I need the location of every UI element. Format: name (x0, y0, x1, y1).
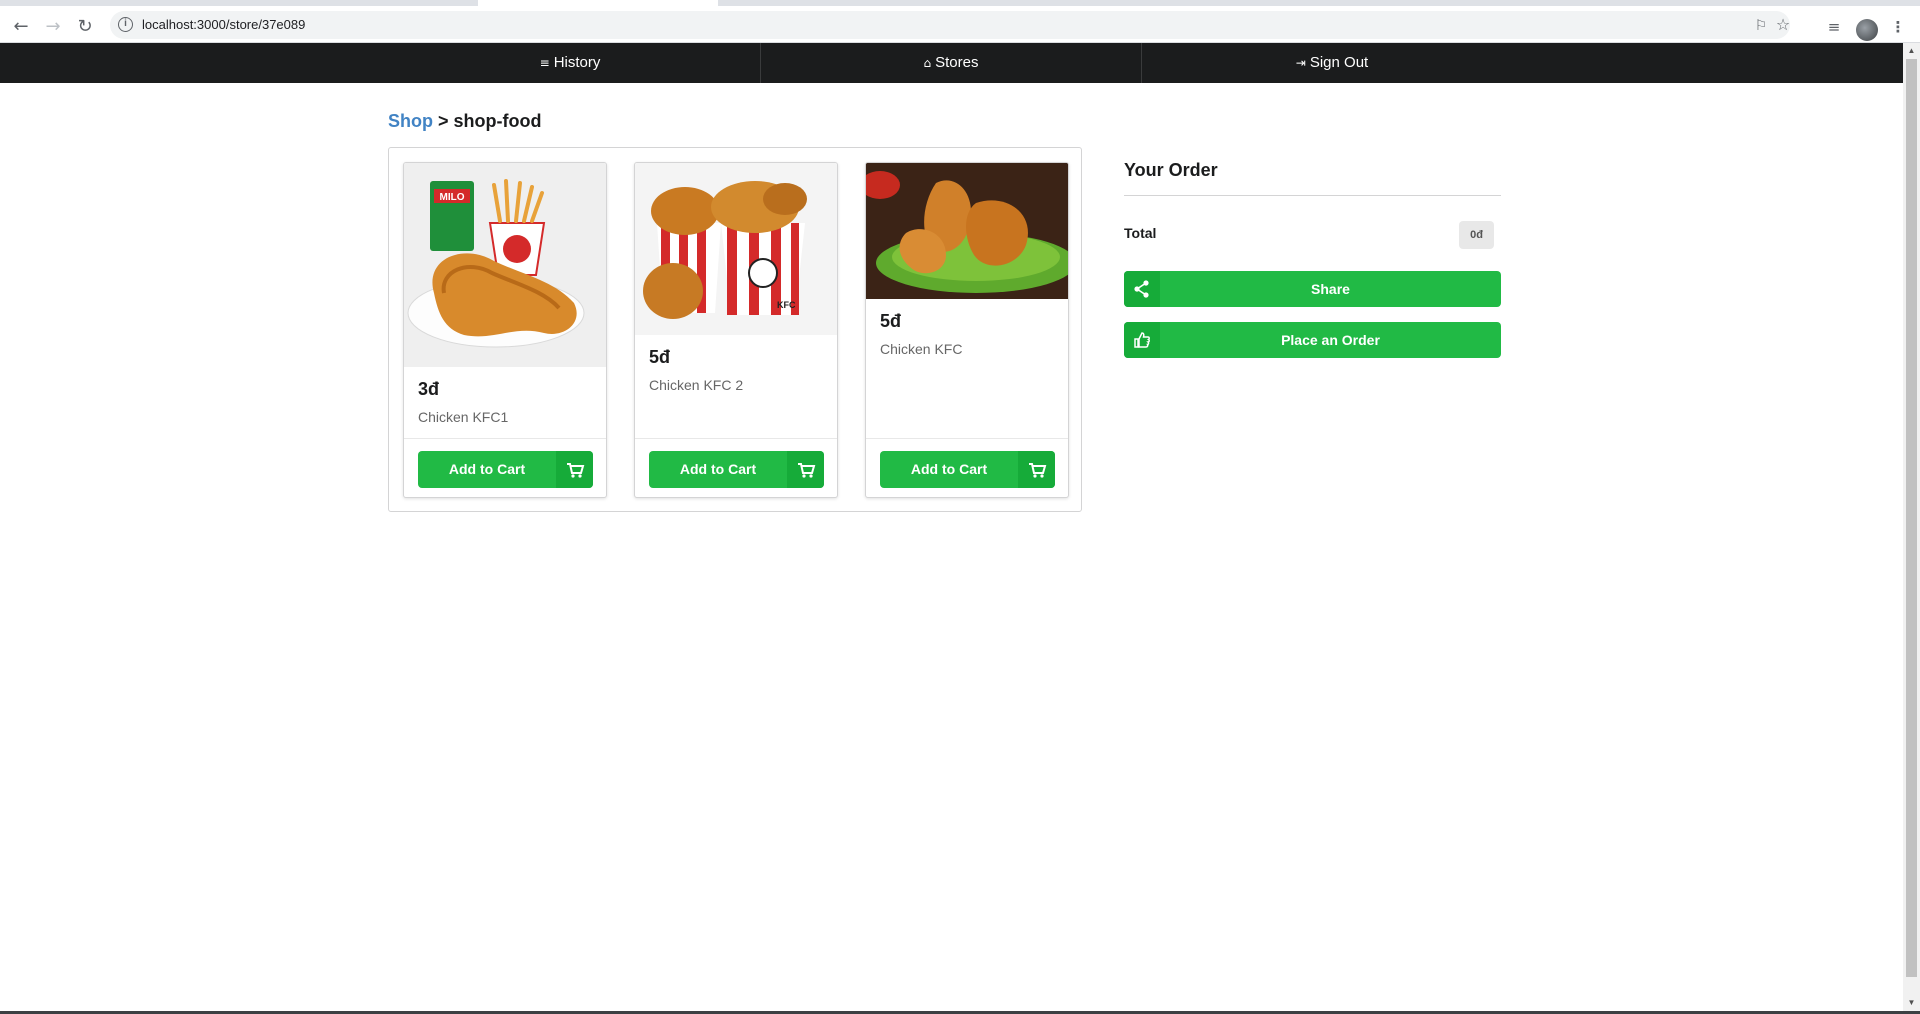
site-info-icon[interactable]: i (118, 17, 133, 32)
url-text: localhost:3000/store/37e089 (142, 17, 306, 32)
add-to-cart-button[interactable]: Add to Cart (880, 451, 1055, 488)
thumbs-up-icon (1124, 322, 1160, 358)
breadcrumb-current: shop-food (453, 111, 542, 131)
product-name: Chicken KFC 2 (649, 377, 744, 393)
share-icon (1124, 271, 1160, 307)
add-to-cart-button[interactable]: Add to Cart (418, 451, 593, 488)
product-image: KFC (635, 163, 837, 335)
bookmark-star-icon[interactable]: ☆ (1774, 16, 1792, 34)
total-value-badge: 0đ (1459, 221, 1494, 249)
back-arrow-icon[interactable]: ← (9, 15, 33, 39)
breadcrumb-shop-link[interactable]: Shop (388, 111, 433, 131)
product-grid: MILO 3đ Chicken KFC1 Add to Cart KFC 5đ … (388, 147, 1082, 512)
card-divider (635, 438, 837, 439)
card-divider (866, 438, 1068, 439)
product-card: 5đ Chicken KFC Add to Cart (865, 162, 1069, 498)
share-button[interactable]: Share (1124, 271, 1501, 307)
cart-icon (1018, 451, 1055, 488)
breadcrumb-separator: > (438, 111, 449, 131)
add-to-cart-label: Add to Cart (448, 461, 526, 477)
product-price: 3đ (418, 379, 440, 399)
cart-icon (556, 451, 593, 488)
order-divider (1124, 195, 1501, 196)
reload-icon[interactable]: ↻ (73, 15, 97, 39)
breadcrumb: Shop > shop-food (388, 111, 542, 132)
forward-arrow-icon[interactable]: → (41, 15, 65, 39)
product-name: Chicken KFC1 (418, 409, 509, 425)
browser-toolbar: ← → ↻ i localhost:3000/store/37e089 ⚐ ☆ … (0, 6, 1920, 43)
add-to-cart-button[interactable]: Add to Cart (649, 451, 824, 488)
total-label: Total (1124, 225, 1157, 241)
product-name: Chicken KFC (880, 341, 963, 357)
svg-text:KFC: KFC (777, 300, 796, 310)
svg-text:MILO: MILO (440, 192, 465, 203)
scroll-up-icon[interactable]: ▲ (1907, 46, 1916, 56)
nav-history[interactable]: ≡ History (380, 43, 760, 83)
add-to-cart-label: Add to Cart (910, 461, 988, 477)
product-card: KFC 5đ Chicken KFC 2 Add to Cart (634, 162, 838, 498)
nav-stores[interactable]: ⌂ Stores (761, 43, 1141, 83)
nav-history-label: History (553, 54, 601, 71)
product-image (866, 163, 1068, 299)
list-icon: ≡ (539, 56, 550, 70)
add-to-cart-label: Add to Cart (679, 461, 757, 477)
card-divider (404, 438, 606, 439)
nav-sign-out-label: Sign Out (1309, 54, 1369, 71)
media-queue-icon[interactable]: ≡ (1822, 15, 1846, 39)
product-price: 5đ (880, 311, 902, 331)
translate-icon[interactable]: ⚐ (1752, 17, 1770, 35)
product-card: MILO 3đ Chicken KFC1 Add to Cart (403, 162, 607, 498)
menu-kebab-icon[interactable]: ⋮ (1886, 15, 1910, 39)
page-scrollbar[interactable]: ▲ ▼ (1903, 43, 1920, 1014)
product-price: 5đ (649, 347, 671, 367)
address-bar[interactable]: i localhost:3000/store/37e089 ⚐ ☆ (110, 11, 1790, 39)
home-icon: ⌂ (923, 56, 932, 70)
place-order-label: Place an Order (1281, 332, 1380, 348)
cart-icon (787, 451, 824, 488)
nav-sign-out[interactable]: ⇥ Sign Out (1142, 43, 1522, 83)
place-order-button[interactable]: Place an Order (1124, 322, 1501, 358)
scroll-thumb[interactable] (1906, 59, 1917, 977)
order-title: Your Order (1124, 160, 1218, 180)
profile-avatar[interactable] (1856, 19, 1878, 41)
sign-out-icon: ⇥ (1295, 56, 1306, 70)
share-label: Share (1311, 281, 1350, 297)
product-image: MILO (404, 163, 606, 367)
nav-stores-label: Stores (935, 54, 979, 71)
top-navbar: ≡ History ⌂ Stores ⇥ Sign Out (0, 43, 1903, 83)
scroll-down-icon[interactable]: ▼ (1907, 998, 1916, 1008)
